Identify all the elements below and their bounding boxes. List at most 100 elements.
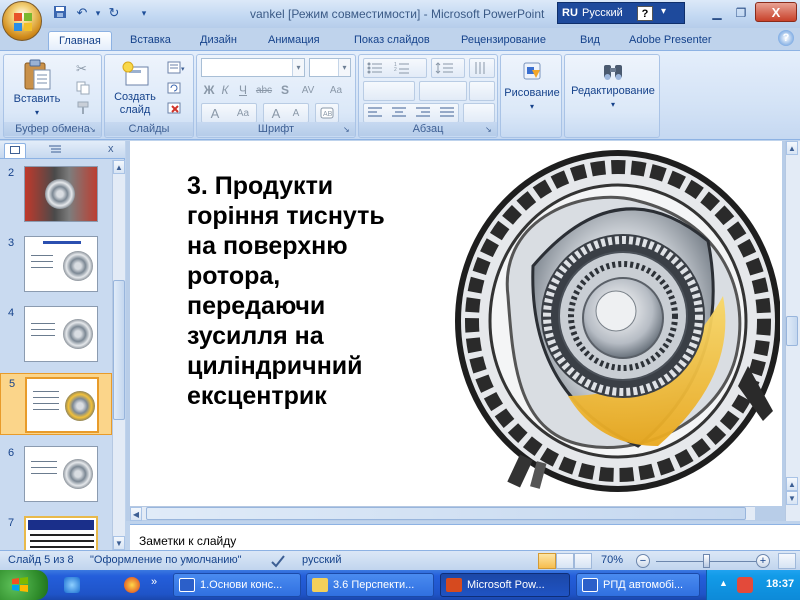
font-name-combo[interactable]: ▾: [201, 58, 305, 77]
language-menu-icon[interactable]: ▾: [661, 6, 666, 17]
slide-thumbnail[interactable]: 7: [0, 513, 112, 551]
slide-thumbnail[interactable]: 2: [0, 163, 112, 225]
char-spacing-button[interactable]: AV: [295, 81, 321, 100]
current-slide[interactable]: 3. Продукти горіння тиснуть на поверхню …: [130, 141, 782, 506]
tab-slides-icon[interactable]: [4, 143, 26, 158]
strikethrough-button[interactable]: abc: [253, 81, 275, 100]
office-button[interactable]: [2, 1, 42, 41]
slideshow-view-icon[interactable]: [574, 553, 592, 569]
clear-formatting-icon[interactable]: AB: [319, 105, 335, 121]
minimize-icon[interactable]: ▁: [706, 4, 728, 22]
scroll-up-icon[interactable]: ▲: [786, 141, 798, 155]
slide-horizontal-scrollbar[interactable]: ◀: [130, 506, 755, 521]
tab-insert[interactable]: Вставка: [130, 31, 171, 50]
clipboard-dialog-launcher-icon[interactable]: ↘: [89, 125, 99, 135]
normal-view-icon[interactable]: [538, 553, 556, 569]
scroll-down-icon[interactable]: ▲: [786, 477, 798, 491]
zoom-in-icon[interactable]: +: [756, 554, 770, 568]
tab-adobe-presenter[interactable]: Adobe Presenter: [629, 31, 712, 50]
rotary-engine-image[interactable]: [438, 146, 780, 496]
tab-design[interactable]: Дизайн: [200, 31, 237, 50]
numbering-icon[interactable]: 12: [394, 61, 410, 77]
redo-icon[interactable]: ↻: [106, 5, 122, 21]
slide-thumbnail[interactable]: 6: [0, 443, 112, 505]
zoom-slider-thumb[interactable]: [702, 554, 710, 568]
align-right-icon[interactable]: [415, 106, 431, 122]
zoom-level[interactable]: 70%: [601, 554, 623, 566]
shadow-button[interactable]: S: [277, 81, 293, 100]
language-bar[interactable]: RU Русский ? ▾: [557, 2, 685, 24]
browser-icon[interactable]: [124, 577, 140, 593]
editing-dropdown-icon[interactable]: ▾: [567, 98, 659, 111]
font-color-button[interactable]: A: [204, 104, 226, 123]
font-dialog-launcher-icon[interactable]: ↘: [343, 125, 353, 135]
ie-icon[interactable]: [64, 577, 80, 593]
theme-name[interactable]: "Оформление по умолчанию": [90, 554, 242, 566]
tab-outline-icon[interactable]: [44, 143, 66, 158]
undo-icon[interactable]: ↶: [74, 5, 90, 21]
align-center-icon[interactable]: [391, 106, 407, 122]
antivirus-icon[interactable]: [737, 577, 753, 593]
scroll-thumb[interactable]: [786, 316, 798, 346]
slide-vertical-scrollbar[interactable]: ▲ ▲ ▼: [785, 141, 800, 521]
language-status[interactable]: русский: [302, 554, 341, 566]
zoom-out-icon[interactable]: −: [636, 554, 650, 568]
tab-review[interactable]: Рецензирование: [461, 31, 546, 50]
underline-button[interactable]: Ч: [235, 81, 251, 100]
shrink-font-button[interactable]: A: [286, 104, 306, 123]
spell-check-icon[interactable]: [270, 554, 286, 571]
format-painter-icon[interactable]: [76, 101, 92, 117]
delete-slide-icon[interactable]: [167, 101, 183, 117]
customize-qat-icon[interactable]: ▾: [136, 5, 152, 21]
undo-dropdown-icon[interactable]: ▾: [90, 5, 106, 21]
tab-slideshow[interactable]: Показ слайдов: [354, 31, 430, 50]
scroll-up-icon[interactable]: ▲: [113, 160, 125, 174]
paste-button[interactable]: Вставить ▾: [12, 59, 62, 119]
tab-animation[interactable]: Анимация: [268, 31, 320, 50]
new-slide-button[interactable]: Создать слайд: [109, 59, 161, 117]
font-name-dropdown-icon[interactable]: ▾: [292, 59, 304, 76]
bullets-icon[interactable]: [367, 61, 383, 77]
align-left-icon[interactable]: [367, 106, 383, 122]
tab-home[interactable]: Главная: [48, 31, 112, 50]
font-size-combo[interactable]: ▾: [309, 58, 351, 77]
taskbar-item[interactable]: 1.Основи конс...: [173, 573, 301, 597]
paste-dropdown-icon[interactable]: ▾: [12, 106, 62, 119]
layout-icon[interactable]: ▾: [167, 61, 185, 77]
change-case-button[interactable]: Aa: [323, 81, 349, 100]
copy-icon[interactable]: [76, 81, 92, 97]
fit-to-window-icon[interactable]: [778, 553, 796, 569]
ribbon-help-icon[interactable]: ?: [778, 30, 794, 46]
tab-view[interactable]: Вид: [580, 31, 600, 50]
bold-button[interactable]: Ж: [201, 81, 217, 100]
scroll-left-icon[interactable]: ◀: [130, 507, 142, 521]
quicklaunch-more-icon[interactable]: »: [151, 576, 157, 588]
text-direction-icon[interactable]: [473, 61, 489, 77]
save-icon[interactable]: [52, 5, 68, 21]
drawing-button[interactable]: Рисование ▾: [503, 61, 561, 113]
slide-thumbnail[interactable]: 3: [0, 233, 112, 295]
scroll-thumb[interactable]: [146, 507, 746, 520]
font-color-dropdown-button[interactable]: Aa: [230, 104, 256, 123]
maximize-icon[interactable]: ❐: [730, 4, 752, 22]
slide-sorter-icon[interactable]: [556, 553, 574, 569]
italic-button[interactable]: К: [217, 81, 233, 100]
font-size-dropdown-icon[interactable]: ▾: [338, 59, 350, 76]
line-spacing-icon[interactable]: [435, 61, 453, 77]
close-button[interactable]: X: [755, 2, 797, 22]
notes-pane[interactable]: Заметки к слайду: [130, 524, 800, 550]
taskbar-item[interactable]: 3.6 Перспекти...: [306, 573, 434, 597]
slide-body-text[interactable]: 3. Продукти горіння тиснуть на поверхню …: [187, 171, 437, 411]
slide-thumbnail-selected[interactable]: 5: [0, 373, 112, 435]
justify-icon[interactable]: [439, 106, 455, 122]
language-help-icon[interactable]: ?: [637, 6, 653, 21]
next-slide-icon[interactable]: ▼: [786, 491, 798, 505]
start-button[interactable]: [0, 570, 48, 600]
cut-icon[interactable]: ✂: [76, 61, 92, 77]
reset-slide-icon[interactable]: [167, 81, 183, 97]
tray-expand-icon[interactable]: ▲: [719, 578, 728, 588]
editing-button[interactable]: Редактирование ▾: [567, 61, 659, 111]
scroll-down-icon[interactable]: ▼: [113, 536, 125, 550]
paragraph-dialog-launcher-icon[interactable]: ↘: [485, 125, 495, 135]
panel-close-icon[interactable]: x: [108, 143, 114, 155]
